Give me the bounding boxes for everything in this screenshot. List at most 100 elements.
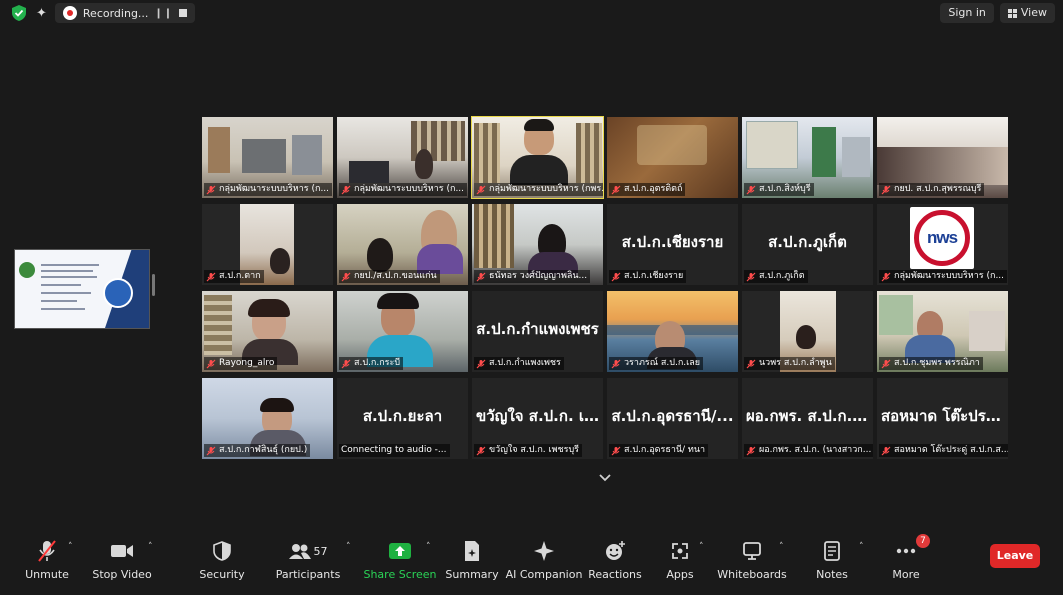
participant-tile[interactable]: ส.ป.ก.ชุมพร พรรณิภา [877,291,1008,372]
participant-name-label: กยป./ส.ป.ก.ขอนแก่น [339,270,440,283]
participant-tile[interactable]: ส.ป.ก.กำแพงเพชร ส.ป.ก.กำแพงเพชร [472,291,603,372]
meeting-toolbar: Unmute ˄ Stop Video ˄ Security 57 Partic… [0,528,1063,595]
shared-text-line [41,270,93,272]
view-button[interactable]: View [999,3,1055,23]
participant-tile[interactable]: ส.ป.ก.กระบี่ [337,291,468,372]
audio-options-caret-icon[interactable]: ˄ [68,542,73,552]
muted-mic-icon [746,272,756,281]
unmute-label: Unmute [25,568,69,581]
muted-mic-icon [206,359,216,368]
unmute-button[interactable]: Unmute [25,528,69,588]
participants-label: Participants [275,568,341,581]
whiteboards-button[interactable]: Whiteboards [717,528,787,588]
participant-tile[interactable]: ส.ป.ก.ภูเก็ต ส.ป.ก.ภูเก็ต [742,204,873,285]
muted-mic-icon [881,185,891,194]
participants-people-icon: 57 [288,536,328,566]
participant-tile[interactable]: ส.ป.ก.อุดรธานี/... ส.ป.ก.อุดรธานี/ ทนา [607,378,738,459]
summary-label: Summary [445,568,499,581]
participant-tile[interactable]: ส.ป.ก.ตาก [202,204,333,285]
muted-mic-icon [611,359,621,368]
share-screen-arrow-icon [389,543,411,559]
participant-name-label: ส.ป.ก.กระบี่ [339,357,404,370]
participant-tile-active-speaker[interactable]: กลุ่มพัฒนาระบบบริหาร (กพร. ... [471,116,604,199]
participant-tile[interactable]: ผอ.กพร. ส.ป.ก. (... ผอ.กพร. ส.ป.ก. (นางส… [742,378,873,459]
muted-mic-icon [611,272,621,281]
video-options-caret-icon[interactable]: ˄ [148,542,153,552]
share-screen-button[interactable]: Share Screen [363,528,437,588]
participant-tile[interactable]: วราภรณ์ ส.ป.ก.เลย [607,291,738,372]
stop-recording-icon[interactable] [179,9,188,17]
more-label: More [892,568,920,581]
apps-button[interactable]: Apps [664,528,696,588]
whiteboard-icon [742,536,762,566]
participant-tile[interactable]: สอหมาด โต๊ะประ... สอหมาด โต๊ะประดู่ ส.ป.… [877,378,1008,459]
participant-name-label: กลุ่มพัฒนาระบบบริหาร (กพร. ... [474,183,603,196]
participant-tile[interactable]: กลุ่มพัฒนาระบบบริหาร (ก... [337,117,468,198]
share-options-caret-icon[interactable]: ˄ [426,542,431,552]
participant-tile[interactable]: ส.ป.ก.อุตรดิตถ์ [607,117,738,198]
share-screen-icon-wrap [389,536,411,566]
participant-display-name: ส.ป.ก.ยะลา [362,407,443,425]
muted-mic-icon [206,272,216,281]
shared-content-thumbnail[interactable] [14,249,150,329]
participant-tile[interactable]: ขวัญใจ ส.ป.ก. เพ... ขวัญใจ ส.ป.ก. เพชรบุ… [472,378,603,459]
participants-options-caret-icon[interactable]: ˄ [346,542,351,552]
ai-companion-button[interactable]: AI Companion [506,528,582,588]
participant-tile[interactable]: ส.ป.ก.เชียงราย ส.ป.ก.เชียงราย [607,204,738,285]
participant-tile[interactable]: Rayong_alro [202,291,333,372]
participant-name-label: กลุ่มพัฒนาระบบบริหาร (ก... [879,270,1008,283]
participant-tile[interactable]: ส.ป.ก.ยะลา Connecting to audio -... [337,378,468,459]
notes-options-caret-icon[interactable]: ˄ [859,542,864,552]
next-page-chevron-icon[interactable] [596,470,614,486]
sign-in-button[interactable]: Sign in [940,3,994,23]
share-screen-label: Share Screen [363,568,437,581]
stop-video-button[interactable]: Stop Video [92,528,152,588]
muted-mic-icon [476,185,486,194]
pause-recording-icon[interactable]: ❙❙ [154,8,173,19]
notes-icon [823,536,841,566]
shared-text-line [41,308,85,310]
shared-text-line [41,284,81,286]
top-bar: ✦ Recording... ❙❙ Sign in View [0,0,1063,26]
participant-name-label: ส.ป.ก.อุตรดิตถ์ [609,183,686,196]
summary-document-icon [463,536,481,566]
leave-meeting-button[interactable]: Leave [990,544,1040,568]
summary-button[interactable]: Summary [445,528,499,588]
participant-name-label: กยป. ส.ป.ก.สุพรรณบุรี [879,183,985,196]
muted-mic-icon [881,359,891,368]
reactions-button[interactable]: Reactions [588,528,642,588]
apps-options-caret-icon[interactable]: ˄ [699,542,704,552]
recording-indicator[interactable]: Recording... ❙❙ [54,3,196,23]
participant-tile[interactable]: กลุ่มพัฒนาระบบบริหาร (ก... [202,117,333,198]
participant-tile[interactable]: กยป. ส.ป.ก.สุพรรณบุรี [877,117,1008,198]
participant-tile[interactable]: ธนัทอร วงศ์ปัญญาพลิน... [472,204,603,285]
ai-sparkle-icon[interactable]: ✦ [36,6,47,21]
notes-label: Notes [816,568,848,581]
participant-name-label: Connecting to audio -... [339,444,450,457]
muted-mic-icon [206,185,216,194]
participant-name-label: กลุ่มพัฒนาระบบบริหาร (ก... [204,183,333,196]
encryption-shield-icon[interactable] [10,4,28,22]
muted-mic-icon [341,359,351,368]
security-shield-icon [213,536,231,566]
participants-button[interactable]: 57 Participants [275,528,341,588]
security-label: Security [199,568,245,581]
panel-resize-handle[interactable] [152,274,155,296]
participant-tile[interactable]: กยป./ส.ป.ก.ขอนแก่น [337,204,468,285]
video-camera-icon [110,536,134,566]
shared-text-line [41,300,77,302]
top-left-controls: ✦ Recording... ❙❙ [10,3,196,23]
notes-button[interactable]: Notes [814,528,850,588]
participant-tile[interactable]: nws กลุ่มพัฒนาระบบบริหาร (ก... [877,204,1008,285]
participant-name-label: ส.ป.ก.อุดรธานี/ ทนา [609,444,709,457]
reactions-emoji-icon [604,536,626,566]
recording-label: Recording... [82,6,149,20]
whiteboards-options-caret-icon[interactable]: ˄ [779,542,784,552]
participant-tile[interactable]: ส.ป.ก.กาฬสินธุ์ (กยป.) [202,378,333,459]
muted-mic-icon [476,359,486,368]
security-button[interactable]: Security [199,528,245,588]
ai-companion-sparkle-icon [533,536,555,566]
participant-tile[interactable]: ส.ป.ก.สิงห์บุรี [742,117,873,198]
shared-text-line [41,276,97,278]
participant-tile[interactable]: นวพร ส.ป.ก.ลำพูน [742,291,873,372]
